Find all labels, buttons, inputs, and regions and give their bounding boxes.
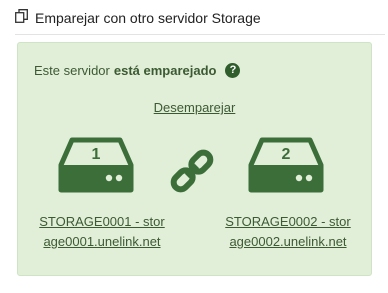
pairing-status-card: Este servidor está emparejado ? Desempar… bbox=[17, 42, 372, 276]
server-2-link[interactable]: STORAGE0002 - stor age0002.unelink.net bbox=[218, 212, 358, 252]
server-link-line: age0002.unelink.net bbox=[229, 234, 347, 249]
server-number: 2 bbox=[281, 146, 291, 163]
server-2-drive: 2 bbox=[248, 135, 324, 195]
server-link-line: STORAGE0001 - stor bbox=[39, 214, 165, 229]
server-link-line: STORAGE0002 - stor bbox=[225, 214, 351, 229]
copy-icon bbox=[15, 8, 28, 28]
pairing-panel: Emparejar con otro servidor Storage Este… bbox=[3, 0, 388, 293]
server-1-link[interactable]: STORAGE0001 - stor age0001.unelink.net bbox=[32, 212, 172, 252]
server-link-line: age0001.unelink.net bbox=[43, 234, 161, 249]
header-divider bbox=[15, 34, 385, 35]
chain-link-icon bbox=[170, 149, 214, 193]
panel-header: Emparejar con otro servidor Storage bbox=[15, 7, 261, 29]
hdd-icon bbox=[58, 137, 134, 193]
hdd-icon bbox=[248, 137, 324, 193]
question-circle-icon[interactable]: ? bbox=[225, 63, 241, 78]
unpair-link[interactable]: Desemparejar bbox=[18, 100, 371, 115]
panel-title: Emparejar con otro servidor Storage bbox=[35, 10, 261, 26]
status-text: Este servidor bbox=[34, 63, 110, 78]
status-emphasis: está emparejado bbox=[113, 63, 217, 78]
server-number: 1 bbox=[91, 146, 101, 163]
pairing-status: Este servidor está emparejado ? bbox=[34, 63, 241, 78]
server-1-drive: 1 bbox=[58, 135, 134, 195]
